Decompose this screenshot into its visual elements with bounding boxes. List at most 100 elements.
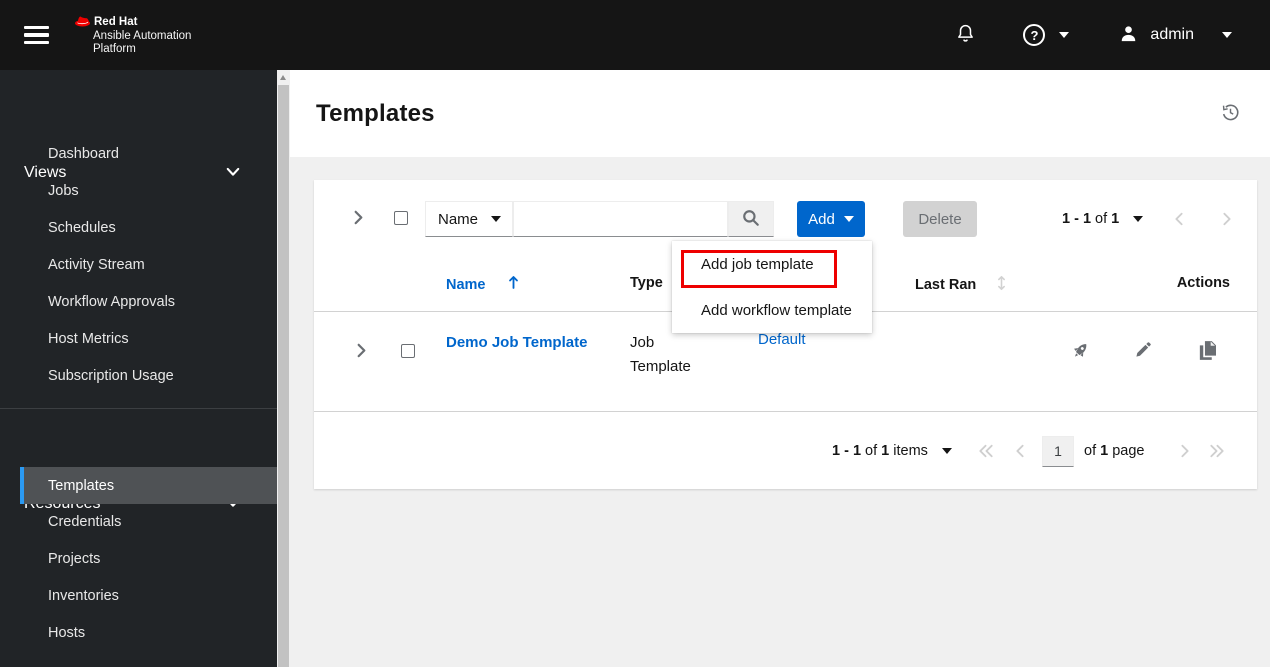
next-page-button[interactable]	[1173, 439, 1197, 463]
footer-pagination: 1 - 1 of 1 items of 1 page	[314, 413, 1257, 489]
chevron-right-icon	[356, 343, 367, 361]
sidebar: Views Dashboard Jobs Schedules Activity …	[0, 70, 277, 667]
search-input[interactable]	[513, 201, 728, 237]
items-count: 1 - 1 of 1 items	[832, 433, 952, 469]
sidebar-item-activity-stream[interactable]: Activity Stream	[48, 253, 145, 277]
username-label: admin	[1150, 26, 1194, 43]
row-checkbox[interactable]	[401, 344, 415, 358]
sort-both-icon	[997, 275, 1006, 295]
add-dropdown-menu: Add job template Add workflow template	[672, 241, 872, 333]
top-pagination: 1 - 1 of 1	[1062, 201, 1239, 237]
add-button[interactable]: Add	[797, 201, 865, 237]
scrollbar-thumb[interactable]	[278, 85, 289, 667]
template-name-link[interactable]: Demo Job Template	[446, 331, 588, 355]
sidebar-item-credentials[interactable]: Credentials	[48, 510, 121, 534]
pagination-of: of	[1095, 211, 1108, 227]
bell-icon	[956, 23, 975, 47]
search-submit-button[interactable]	[728, 201, 774, 237]
sidebar-item-label: Templates	[48, 477, 115, 494]
expand-all-button[interactable]	[344, 201, 372, 237]
last-ran-header-label: Last Ran	[915, 277, 977, 293]
top-navbar: Red Hat Ansible Automation Platform ? ad…	[0, 0, 1270, 70]
type-header-label: Type	[630, 275, 663, 291]
navbar-right: admin	[956, 23, 1232, 47]
page-title: Templates	[316, 99, 435, 127]
brand-logo[interactable]: Red Hat Ansible Automation Platform	[74, 15, 191, 55]
redhat-hat-icon	[74, 15, 91, 28]
brand-name: Red Hat	[94, 16, 138, 28]
brand-product-line1: Ansible Automation	[93, 29, 192, 42]
templates-list-card: Name Add Delete 1 - 1 of 1 Name Type Las…	[314, 180, 1257, 489]
history-icon	[1221, 104, 1240, 125]
organization-link[interactable]: Default	[758, 331, 806, 348]
filter-key-value: Name	[438, 210, 479, 228]
page-navigation: of 1 page	[974, 433, 1229, 469]
name-header-label: Name	[446, 276, 486, 293]
pencil-icon	[1135, 342, 1152, 361]
delete-button[interactable]: Delete	[903, 201, 977, 237]
sidebar-item-workflow-approvals[interactable]: Workflow Approvals	[48, 290, 175, 314]
sidebar-item-inventories[interactable]: Inventories	[48, 584, 119, 608]
search-icon	[742, 209, 760, 230]
nav-toggle-button[interactable]	[24, 25, 49, 45]
chevron-down-icon	[1222, 32, 1232, 38]
edit-template-button[interactable]	[1135, 341, 1152, 361]
pagination-total: 1	[1111, 211, 1120, 227]
prev-page-button[interactable]	[1167, 207, 1191, 231]
items-word: items	[893, 443, 928, 459]
sidebar-item-templates[interactable]: Templates	[20, 467, 277, 504]
sidebar-item-dashboard[interactable]: Dashboard	[48, 142, 119, 166]
pagination-range: 1 - 1	[1062, 211, 1092, 227]
brand-product-line2: Platform	[93, 43, 136, 55]
last-page-button[interactable]	[1205, 439, 1229, 463]
chevron-down-icon	[491, 216, 501, 222]
sidebar-item-hosts[interactable]: Hosts	[48, 621, 85, 645]
chevron-right-icon	[353, 210, 364, 228]
help-icon	[1023, 24, 1046, 46]
notifications-button[interactable]	[956, 23, 975, 47]
sidebar-item-host-metrics[interactable]: Host Metrics	[48, 327, 129, 351]
page-count-label: of 1 page	[1084, 443, 1145, 459]
filter-key-select[interactable]: Name	[425, 201, 513, 237]
help-menu-button[interactable]	[1023, 24, 1070, 46]
chevron-down-icon	[843, 216, 854, 222]
chevron-down-icon	[1059, 32, 1070, 38]
launch-template-button[interactable]	[1071, 341, 1090, 363]
column-header-last-ran[interactable]: Last Ran	[915, 275, 1006, 295]
sidebar-item-projects[interactable]: Projects	[48, 547, 100, 571]
column-header-name[interactable]: Name	[446, 275, 519, 294]
sort-ascending-icon	[508, 275, 519, 294]
select-all-checkbox[interactable]	[394, 211, 408, 225]
items-total: 1	[881, 443, 890, 459]
column-header-actions: Actions	[1177, 275, 1230, 291]
per-page-menu-toggle[interactable]	[1133, 216, 1144, 222]
actions-header-label: Actions	[1176, 275, 1230, 291]
current-page-input[interactable]	[1042, 435, 1074, 467]
delete-button-label: Delete	[918, 210, 962, 228]
next-page-button[interactable]	[1215, 207, 1239, 231]
add-button-label: Add	[808, 210, 835, 228]
sidebar-divider	[0, 408, 277, 409]
page-header: Templates	[290, 70, 1270, 157]
sidebar-item-jobs[interactable]: Jobs	[48, 179, 79, 203]
first-page-button[interactable]	[974, 439, 998, 463]
menu-item-add-workflow-template[interactable]: Add workflow template	[672, 287, 872, 333]
prev-page-button[interactable]	[1008, 439, 1032, 463]
rocket-icon	[1071, 344, 1090, 363]
chevron-down-icon	[226, 164, 240, 182]
copy-icon	[1199, 341, 1216, 363]
user-menu-button[interactable]: admin	[1119, 24, 1232, 46]
scroll-up-button[interactable]	[277, 70, 290, 85]
app-root: Red Hat Ansible Automation Platform ? ad…	[0, 0, 1270, 667]
column-header-type: Type	[630, 275, 663, 291]
sidebar-scrollbar[interactable]	[277, 70, 290, 667]
sidebar-item-schedules[interactable]: Schedules	[48, 216, 116, 240]
activity-history-button[interactable]	[1221, 103, 1240, 125]
user-icon	[1119, 24, 1138, 46]
menu-item-add-job-template[interactable]: Add job template	[672, 241, 872, 287]
copy-template-button[interactable]	[1199, 341, 1216, 363]
items-range: 1 - 1	[832, 443, 862, 459]
sidebar-item-subscription-usage[interactable]: Subscription Usage	[48, 364, 174, 388]
row-expand-button[interactable]	[347, 334, 375, 370]
per-page-menu-toggle[interactable]	[941, 448, 952, 454]
